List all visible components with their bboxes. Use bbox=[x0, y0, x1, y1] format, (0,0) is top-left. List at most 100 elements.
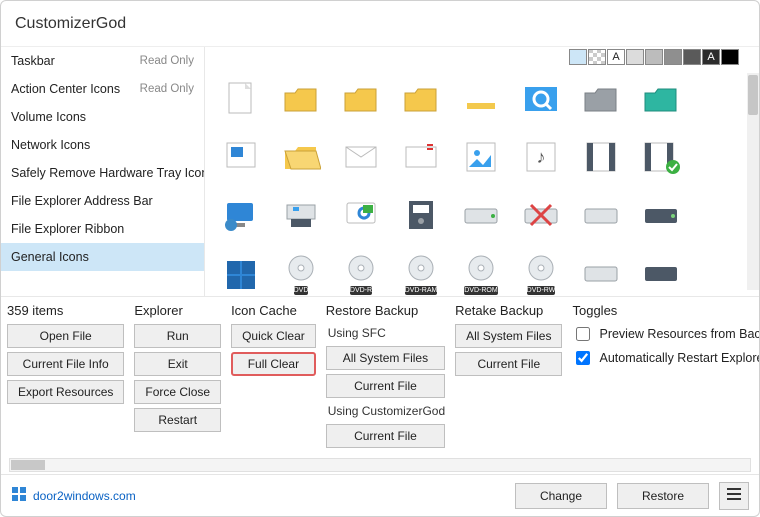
export-resources-button[interactable]: Export Resources bbox=[7, 380, 124, 404]
vertical-scrollbar[interactable] bbox=[747, 73, 759, 290]
panel-items: 359 items Open File Current File Info Ex… bbox=[7, 303, 124, 448]
hamburger-icon bbox=[727, 488, 741, 503]
change-button[interactable]: Change bbox=[515, 483, 607, 509]
horizontal-scrollbar[interactable] bbox=[9, 458, 751, 472]
vendor-link-text: door2windows.com bbox=[33, 489, 136, 503]
vendor-link[interactable]: door2windows.com bbox=[11, 486, 136, 505]
icon-item[interactable] bbox=[335, 131, 387, 183]
sidebar-item-readonly-badge: Read Only bbox=[140, 83, 194, 95]
icon-item[interactable] bbox=[575, 131, 627, 183]
scroll-thumb[interactable] bbox=[748, 75, 758, 115]
restore-button[interactable]: Restore bbox=[617, 483, 709, 509]
sidebar-item-label: Safely Remove Hardware Tray Icon bbox=[11, 166, 205, 180]
swatch[interactable] bbox=[721, 49, 739, 65]
items-count: 359 items bbox=[7, 303, 124, 318]
windows-logo-icon bbox=[11, 486, 27, 505]
swatch[interactable] bbox=[664, 49, 682, 65]
restart-button[interactable]: Restart bbox=[134, 408, 221, 432]
panel-title-retake: Retake Backup bbox=[455, 303, 562, 318]
icon-item[interactable] bbox=[455, 131, 507, 183]
restore-all-sfc-button[interactable]: All System Files bbox=[326, 346, 445, 370]
icon-item[interactable] bbox=[455, 73, 507, 125]
icon-item[interactable]: DVD-RAM bbox=[395, 247, 447, 296]
bottom-panels: 359 items Open File Current File Info Ex… bbox=[1, 297, 759, 452]
icon-item[interactable]: ♪ bbox=[515, 131, 567, 183]
toggle-preview-checkbox[interactable] bbox=[576, 327, 590, 341]
icon-item[interactable] bbox=[215, 73, 267, 125]
panel-retake-backup: Retake Backup All System Files Current F… bbox=[455, 303, 562, 448]
restore-cur-sfc-button[interactable]: Current File bbox=[326, 374, 445, 398]
icon-item[interactable] bbox=[635, 131, 687, 183]
titlebar: CustomizerGod bbox=[1, 1, 759, 47]
icon-item[interactable] bbox=[575, 73, 627, 125]
icon-item[interactable] bbox=[515, 189, 567, 241]
swatch[interactable]: A bbox=[607, 49, 625, 65]
panel-title-iconcache: Icon Cache bbox=[231, 303, 316, 318]
swatch[interactable] bbox=[683, 49, 701, 65]
swatch[interactable] bbox=[626, 49, 644, 65]
icon-item[interactable] bbox=[575, 247, 627, 296]
full-clear-button[interactable]: Full Clear bbox=[231, 352, 316, 376]
sidebar-item-volume-icons[interactable]: Volume Icons bbox=[1, 103, 204, 131]
sidebar-item-label: Taskbar bbox=[11, 54, 55, 68]
sidebar-item-taskbar[interactable]: Taskbar Read Only bbox=[1, 47, 204, 75]
run-button[interactable]: Run bbox=[134, 324, 221, 348]
open-file-button[interactable]: Open File bbox=[7, 324, 124, 348]
icon-item[interactable] bbox=[215, 247, 267, 296]
icon-item[interactable] bbox=[215, 131, 267, 183]
sidebar-item-readonly-badge: Read Only bbox=[140, 55, 194, 67]
icon-item[interactable] bbox=[275, 189, 327, 241]
icon-item[interactable] bbox=[275, 73, 327, 125]
icon-item[interactable] bbox=[635, 189, 687, 241]
swatch[interactable] bbox=[588, 49, 606, 65]
icon-item[interactable] bbox=[395, 131, 447, 183]
icon-item[interactable] bbox=[455, 189, 507, 241]
exit-button[interactable]: Exit bbox=[134, 352, 221, 376]
current-file-info-button[interactable]: Current File Info bbox=[7, 352, 124, 376]
icon-item[interactable] bbox=[515, 73, 567, 125]
sidebar-item-file-explorer-address-bar[interactable]: File Explorer Address Bar bbox=[1, 187, 204, 215]
sidebar-item-label: Action Center Icons bbox=[11, 82, 120, 96]
toggle-autorestart[interactable]: Automatically Restart Explorer bbox=[572, 348, 759, 368]
sidebar-item-general-icons[interactable]: General Icons bbox=[1, 243, 204, 271]
sidebar-item-action-center-icons[interactable]: Action Center Icons Read Only bbox=[1, 75, 204, 103]
quick-clear-button[interactable]: Quick Clear bbox=[231, 324, 316, 348]
icon-item[interactable] bbox=[335, 73, 387, 125]
toggle-autorestart-checkbox[interactable] bbox=[576, 351, 590, 365]
sidebar-item-label: General Icons bbox=[11, 250, 89, 264]
swatch[interactable]: A bbox=[702, 49, 720, 65]
sidebar-item-safely-remove-hardware-tray-icon[interactable]: Safely Remove Hardware Tray Icon bbox=[1, 159, 204, 187]
icon-item[interactable] bbox=[275, 131, 327, 183]
panel-title-restore: Restore Backup bbox=[326, 303, 445, 318]
sidebar-item-file-explorer-ribbon[interactable]: File Explorer Ribbon bbox=[1, 215, 204, 243]
panel-icon-cache: Icon Cache Quick Clear Full Clear bbox=[231, 303, 316, 448]
icon-item[interactable] bbox=[395, 189, 447, 241]
restore-sub-cg: Using CustomizerGod bbox=[328, 404, 445, 418]
toggle-preview[interactable]: Preview Resources from Backup bbox=[572, 324, 759, 344]
icon-item[interactable] bbox=[395, 73, 447, 125]
menu-button[interactable] bbox=[719, 482, 749, 510]
panel-title-explorer: Explorer bbox=[134, 303, 221, 318]
sidebar: Taskbar Read Only Action Center Icons Read … bbox=[1, 47, 205, 296]
restore-cur-cg-button[interactable]: Current File bbox=[326, 424, 445, 448]
icon-item[interactable] bbox=[635, 247, 687, 296]
hscroll-thumb[interactable] bbox=[11, 460, 45, 470]
swatch[interactable] bbox=[645, 49, 663, 65]
panel-explorer: Explorer Run Exit Force Close Restart bbox=[134, 303, 221, 448]
icon-item[interactable] bbox=[575, 189, 627, 241]
sidebar-item-network-icons[interactable]: Network Icons bbox=[1, 131, 204, 159]
sidebar-item-label: File Explorer Ribbon bbox=[11, 222, 124, 236]
swatch[interactable] bbox=[569, 49, 587, 65]
icon-item[interactable]: DVD bbox=[275, 247, 327, 296]
icon-item[interactable]: DVD-RW bbox=[515, 247, 567, 296]
icon-item[interactable] bbox=[635, 73, 687, 125]
retake-cur-button[interactable]: Current File bbox=[455, 352, 562, 376]
icon-item[interactable] bbox=[215, 189, 267, 241]
icon-item[interactable]: DVD-R bbox=[335, 247, 387, 296]
icon-item[interactable]: DVD-ROM bbox=[455, 247, 507, 296]
panel-title-toggles: Toggles bbox=[572, 303, 759, 318]
panel-restore-backup: Restore Backup Using SFC All System File… bbox=[326, 303, 445, 448]
retake-all-button[interactable]: All System Files bbox=[455, 324, 562, 348]
icon-item[interactable] bbox=[335, 189, 387, 241]
force-close-button[interactable]: Force Close bbox=[134, 380, 221, 404]
